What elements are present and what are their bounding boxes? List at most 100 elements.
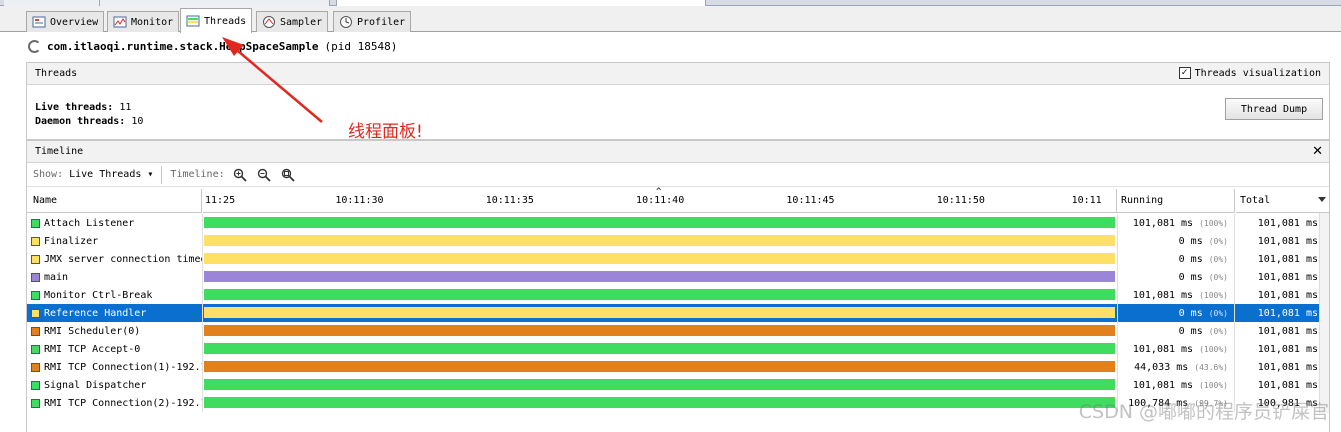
thread-name-cell: Monitor Ctrl-Break (27, 286, 203, 304)
threads-icon (186, 15, 200, 27)
sampler-icon (263, 16, 275, 28)
column-header-running[interactable]: Running (1117, 189, 1235, 213)
thread-name: RMI TCP Connection(2)-192.168 (44, 397, 203, 409)
annotation-text: 线程面板! (348, 122, 423, 142)
thread-timeline-bar (204, 253, 1115, 264)
thread-total-cell: 101,081 ms (1257, 253, 1318, 265)
thread-state-swatch (31, 326, 40, 336)
thread-timeline-bar (204, 397, 1115, 408)
table-row[interactable]: Monitor Ctrl-Break 101,081 ms (100%) 101,08… (27, 286, 1329, 304)
column-header-running-label: Running (1121, 195, 1164, 206)
live-threads-label: Live threads: (35, 102, 114, 113)
thread-name-cell: RMI TCP Connection(2)-192.168 (27, 394, 203, 412)
thread-running-cell: 0 ms (0%) (1117, 232, 1235, 250)
thread-name-cell: Attach Listener (27, 214, 203, 232)
timeline-panel: Timeline ✕ Show: Live Threads ▾ Timeline… (26, 140, 1330, 432)
thread-timeline-bar (204, 217, 1115, 228)
tab-monitor[interactable]: Monitor (107, 11, 180, 32)
timeline-tick-label: 10:11:45 (786, 195, 835, 206)
column-header-name-label: Name (33, 195, 58, 206)
zoom-in-button[interactable] (231, 166, 249, 184)
thread-name: RMI TCP Connection(1)-192.168 (44, 361, 203, 373)
timeline-panel-header: Timeline (27, 141, 1329, 163)
thread-running-percent: (100%) (1199, 380, 1228, 390)
tab-profiler[interactable]: Profiler (333, 11, 412, 32)
thread-running-cell: 0 ms (0%) (1117, 250, 1235, 268)
thread-running-cell: 0 ms (0%) (1117, 304, 1235, 322)
threads-visualization-toggle[interactable]: ✓ Threads visualization (1178, 67, 1321, 79)
thread-running-percent: (100%) (1199, 344, 1228, 354)
tab-threads-label: Threads (204, 15, 247, 27)
zoom-fit-button[interactable] (279, 166, 297, 184)
table-row[interactable]: Attach Listener 101,081 ms (100%) 101,081 m… (27, 214, 1329, 232)
thread-running-percent: (0%) (1208, 236, 1228, 246)
thread-total-cell: 101,081 ms (1257, 271, 1318, 283)
tab-threads[interactable]: Threads (180, 8, 253, 33)
close-icon[interactable]: ✕ (1312, 144, 1323, 159)
column-menu-icon[interactable] (1318, 197, 1326, 202)
thread-name-cell: RMI TCP Accept-0 (27, 340, 203, 358)
thread-running-percent: (43.6%) (1194, 362, 1228, 372)
thread-state-swatch (31, 254, 40, 264)
thread-running-value: 44,033 ms (1134, 361, 1189, 373)
show-label: Show: (33, 169, 64, 180)
table-row[interactable]: RMI Scheduler(0) 0 ms (0%) 101,081 ms (27, 322, 1329, 340)
loading-spinner-icon (28, 40, 41, 53)
thread-timeline-bar (204, 379, 1115, 390)
live-threads-value: 11 (119, 102, 132, 113)
table-row[interactable]: Reference Handler 0 ms (0%) 101,081 ms (27, 304, 1329, 322)
thread-total-cell: 101,081 ms (1257, 343, 1318, 355)
timeline-toolbar: Show: Live Threads ▾ Timeline: (27, 163, 1329, 187)
column-header-total[interactable]: Total (1236, 189, 1330, 213)
thread-running-percent: (0%) (1208, 326, 1228, 336)
table-row[interactable]: JMX server connection timeout 0 ms (0%) 101… (27, 250, 1329, 268)
zoom-out-button[interactable] (255, 166, 273, 184)
daemon-threads-value: 10 (131, 116, 144, 127)
tab-bar: Overview Monitor Threads Sampler Profile… (0, 6, 1341, 33)
thread-state-swatch (31, 236, 40, 246)
thread-name: RMI TCP Accept-0 (44, 343, 141, 355)
timeline-tick-label: 10:11:40 (636, 195, 685, 206)
app-title: com.itlaoqi.runtime.stack.HeapSpaceSampl… (28, 40, 397, 53)
table-row[interactable]: RMI TCP Connection(1)-192.168 44,033 ms (4… (27, 358, 1329, 376)
table-row[interactable]: main 0 ms (0%) 101,081 ms (27, 268, 1329, 286)
thread-state-swatch (31, 344, 40, 354)
thread-running-cell: 101,081 ms (100%) (1117, 286, 1235, 304)
threads-visualization-label: Threads visualization (1194, 67, 1321, 79)
thread-running-cell: 0 ms (0%) (1117, 268, 1235, 286)
thread-running-value: 0 ms (1178, 271, 1203, 283)
thread-running-value: 0 ms (1178, 253, 1203, 265)
thread-name-cell: Finalizer (27, 232, 203, 250)
tab-overview-label: Overview (50, 16, 99, 28)
threads-visualization-checkbox[interactable]: ✓ (1178, 67, 1191, 79)
table-row[interactable]: Signal Dispatcher 101,081 ms (100%) 101,081… (27, 376, 1329, 394)
threads-panel-header: Threads (27, 63, 1329, 85)
zoom-fit-icon (281, 168, 295, 182)
thread-name: Monitor Ctrl-Break (44, 289, 153, 301)
watermark: CSDN @嘟嘟的程序员铲屎官 (1078, 401, 1329, 423)
thread-state-swatch (31, 290, 40, 300)
thread-timeline-bar (204, 361, 1115, 372)
thread-total-cell: 101,081 ms (1257, 361, 1318, 373)
thread-running-percent: (100%) (1199, 290, 1228, 300)
show-dropdown[interactable]: Live Threads ▾ (69, 169, 153, 180)
thread-name-cell: JMX server connection timeout (27, 250, 203, 268)
app-class-name: com.itlaoqi.runtime.stack.HeapSpaceSampl… (47, 40, 319, 53)
table-row[interactable]: RMI TCP Accept-0 101,081 ms (100%) 101,081 … (27, 340, 1329, 358)
thread-state-swatch (31, 218, 40, 228)
zoom-in-icon (233, 168, 247, 182)
profiler-icon (340, 16, 352, 28)
timeline-axis[interactable]: ^ 11:25 10:11:30 10:11:35 10:11:40 10:11:45 1… (203, 187, 1117, 213)
thread-name: main (44, 271, 69, 283)
column-header-name[interactable]: Name (27, 189, 202, 213)
thread-dump-button[interactable]: Thread Dump (1225, 98, 1323, 120)
thread-running-percent: (100%) (1199, 218, 1228, 228)
vertical-scrollbar[interactable] (1319, 213, 1329, 413)
tab-overview[interactable]: Overview (26, 11, 105, 32)
thread-name-cell: Signal Dispatcher (27, 376, 203, 394)
table-row[interactable]: Finalizer 0 ms (0%) 101,081 ms (27, 232, 1329, 250)
tab-sampler[interactable]: Sampler (256, 11, 329, 32)
thread-total-cell: 101,081 ms (1257, 289, 1318, 301)
timeline-label: Timeline: (170, 169, 225, 180)
thread-running-cell: 101,081 ms (100%) (1117, 376, 1235, 394)
